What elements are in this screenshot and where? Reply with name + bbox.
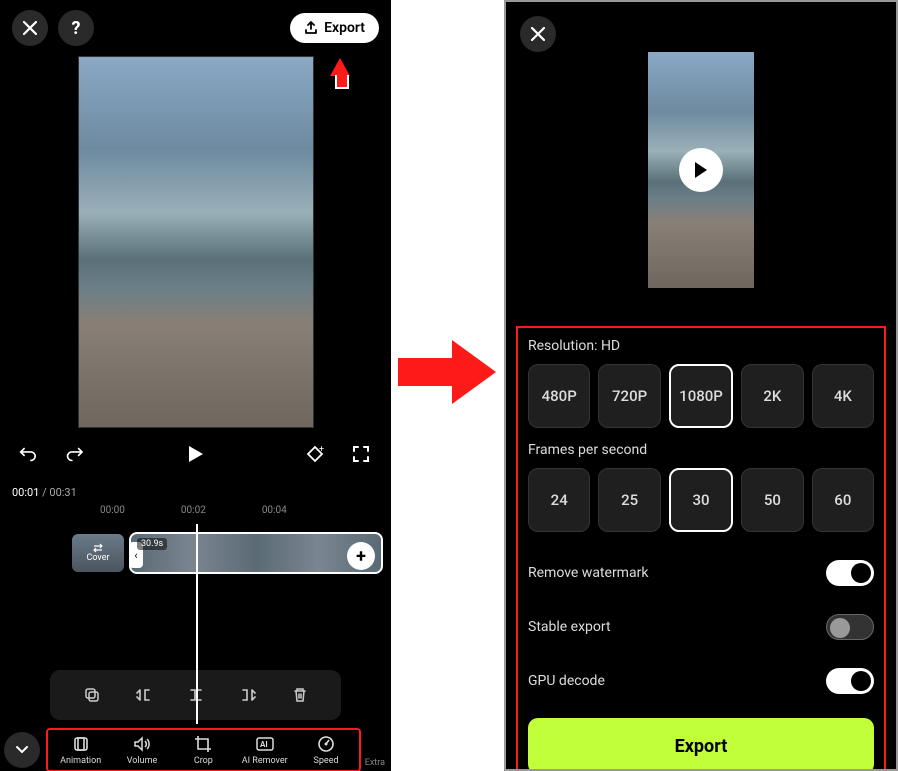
annotation-tools-highlight: Animation Volume Crop AI AI Remover Spee… xyxy=(46,728,361,771)
top-bar: ? Export xyxy=(0,0,391,56)
fps-option-60[interactable]: 60 xyxy=(812,468,874,532)
split-right-button[interactable] xyxy=(235,682,261,708)
split-left-button[interactable] xyxy=(131,682,157,708)
toggle-label: Stable export xyxy=(528,619,611,635)
tool-volume[interactable]: Volume xyxy=(111,734,172,766)
swap-icon xyxy=(92,543,104,553)
play-button[interactable] xyxy=(182,440,210,468)
ruler-ticks: 00:00 00:02 00:04 xyxy=(0,505,391,522)
annotation-arrow xyxy=(330,58,350,76)
fps-option-25[interactable]: 25 xyxy=(598,468,660,532)
export-confirm-button[interactable]: Export xyxy=(528,718,874,771)
toggle-label: Remove watermark xyxy=(528,565,648,581)
close-button[interactable] xyxy=(12,10,48,46)
fps-label: Frames per second xyxy=(528,442,874,458)
video-preview[interactable] xyxy=(78,56,314,428)
export-preview xyxy=(648,52,754,288)
clip-duration: 30.9s xyxy=(137,538,167,550)
main-clip[interactable]: ‹ 30.9s + xyxy=(129,532,383,574)
toggle-row: GPU decode xyxy=(528,654,874,708)
export-screen: Resolution: HD 480P720P1080P2K4K Frames … xyxy=(504,0,898,771)
extra-label[interactable]: Extra xyxy=(363,758,387,768)
redo-button[interactable] xyxy=(62,440,90,468)
speed-icon xyxy=(316,734,336,754)
timecode: 00:01 / 00:31 xyxy=(0,480,391,505)
tool-crop[interactable]: Crop xyxy=(173,734,234,766)
animation-icon xyxy=(71,734,91,754)
upload-icon xyxy=(304,21,318,35)
ai-icon: AI xyxy=(254,734,276,754)
cover-label: Cover xyxy=(86,553,109,563)
copy-button[interactable] xyxy=(79,682,105,708)
time-total: 00:31 xyxy=(49,486,76,499)
fps-option-30[interactable]: 30 xyxy=(669,468,733,532)
annotation-big-arrow xyxy=(398,340,498,404)
playback-controls: + xyxy=(0,428,391,480)
export-label: Export xyxy=(324,20,365,36)
time-current: 00:01 xyxy=(12,486,39,499)
resolution-options: 480P720P1080P2K4K xyxy=(528,364,874,428)
fps-option-24[interactable]: 24 xyxy=(528,468,590,532)
svg-text:AI: AI xyxy=(260,740,268,749)
resolution-option-4k[interactable]: 4K xyxy=(812,364,874,428)
fps-option-50[interactable]: 50 xyxy=(741,468,803,532)
bottom-toolbar: Animation Volume Crop AI AI Remover Spee… xyxy=(0,720,391,771)
cover-clip[interactable]: Cover xyxy=(72,534,124,572)
resolution-option-1080p[interactable]: 1080P xyxy=(669,364,733,428)
toggle-row: Remove watermark xyxy=(528,546,874,600)
resolution-option-2k[interactable]: 2K xyxy=(741,364,803,428)
volume-icon xyxy=(132,734,152,754)
toggle-row: Stable export xyxy=(528,600,874,654)
toggle-label: GPU decode xyxy=(528,673,605,689)
fullscreen-button[interactable] xyxy=(347,440,375,468)
toggle-switch[interactable] xyxy=(826,668,874,694)
play-button[interactable] xyxy=(679,148,723,192)
tool-animation[interactable]: Animation xyxy=(50,734,111,766)
add-clip-button[interactable]: + xyxy=(347,542,375,570)
editor-screen: ? Export + 00:01 / 00:31 00:00 00:02 xyxy=(0,0,391,771)
tool-ai-remover[interactable]: AI AI Remover xyxy=(234,734,295,766)
close-button[interactable] xyxy=(520,16,556,52)
undo-button[interactable] xyxy=(16,440,44,468)
fps-options: 2425305060 xyxy=(528,468,874,532)
resolution-option-720p[interactable]: 720P xyxy=(598,364,660,428)
toggle-switch[interactable] xyxy=(826,614,874,640)
delete-button[interactable] xyxy=(287,682,313,708)
annotation-export-highlight: Resolution: HD 480P720P1080P2K4K Frames … xyxy=(516,326,886,771)
timeline[interactable]: Cover ‹ 30.9s + xyxy=(4,528,387,578)
crop-icon xyxy=(193,734,213,754)
resolution-option-480p[interactable]: 480P xyxy=(528,364,590,428)
expand-button[interactable] xyxy=(4,732,40,768)
export-button[interactable]: Export xyxy=(290,13,379,43)
resolution-label: Resolution: HD xyxy=(528,338,874,354)
tool-speed[interactable]: Speed xyxy=(295,734,356,766)
help-button[interactable]: ? xyxy=(58,10,94,46)
svg-text:+: + xyxy=(319,445,324,455)
toggle-switch[interactable] xyxy=(826,560,874,586)
playhead[interactable] xyxy=(196,524,198,724)
keyframe-button[interactable]: + xyxy=(301,440,329,468)
